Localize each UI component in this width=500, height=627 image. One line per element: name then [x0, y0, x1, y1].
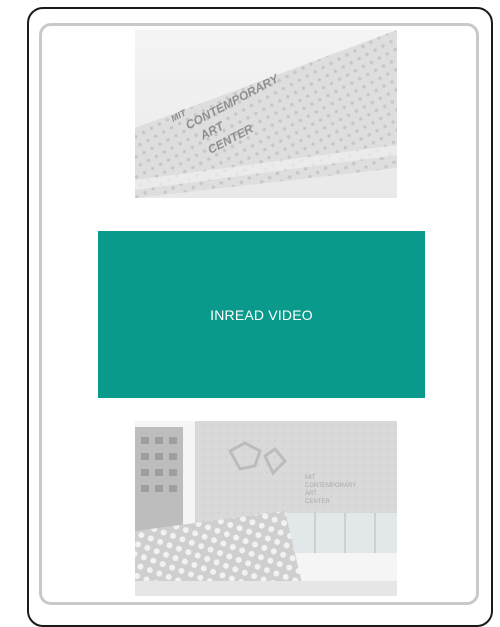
ad-label: INREAD VIDEO: [210, 306, 313, 323]
bottom-article-image: MIT CONTEMPORARY ART CENTER: [135, 421, 397, 596]
plaque-line-3: ART: [305, 491, 317, 497]
building-exterior-photo-icon: MIT CONTEMPORARY ART CENTER: [135, 421, 397, 596]
top-article-image: MIT CONTEMPORARY ART CENTER: [135, 30, 397, 198]
inread-video-ad[interactable]: INREAD VIDEO: [98, 231, 425, 398]
plaque-line-2: CONTEMPORARY: [305, 483, 356, 489]
building-facade-photo-icon: MIT CONTEMPORARY ART CENTER: [135, 30, 397, 198]
plaque-line-1: MIT: [305, 475, 316, 481]
article-screen[interactable]: MIT CONTEMPORARY ART CENTER INREAD VIDEO: [39, 23, 479, 605]
plaque-line-4: CENTER: [305, 499, 330, 505]
